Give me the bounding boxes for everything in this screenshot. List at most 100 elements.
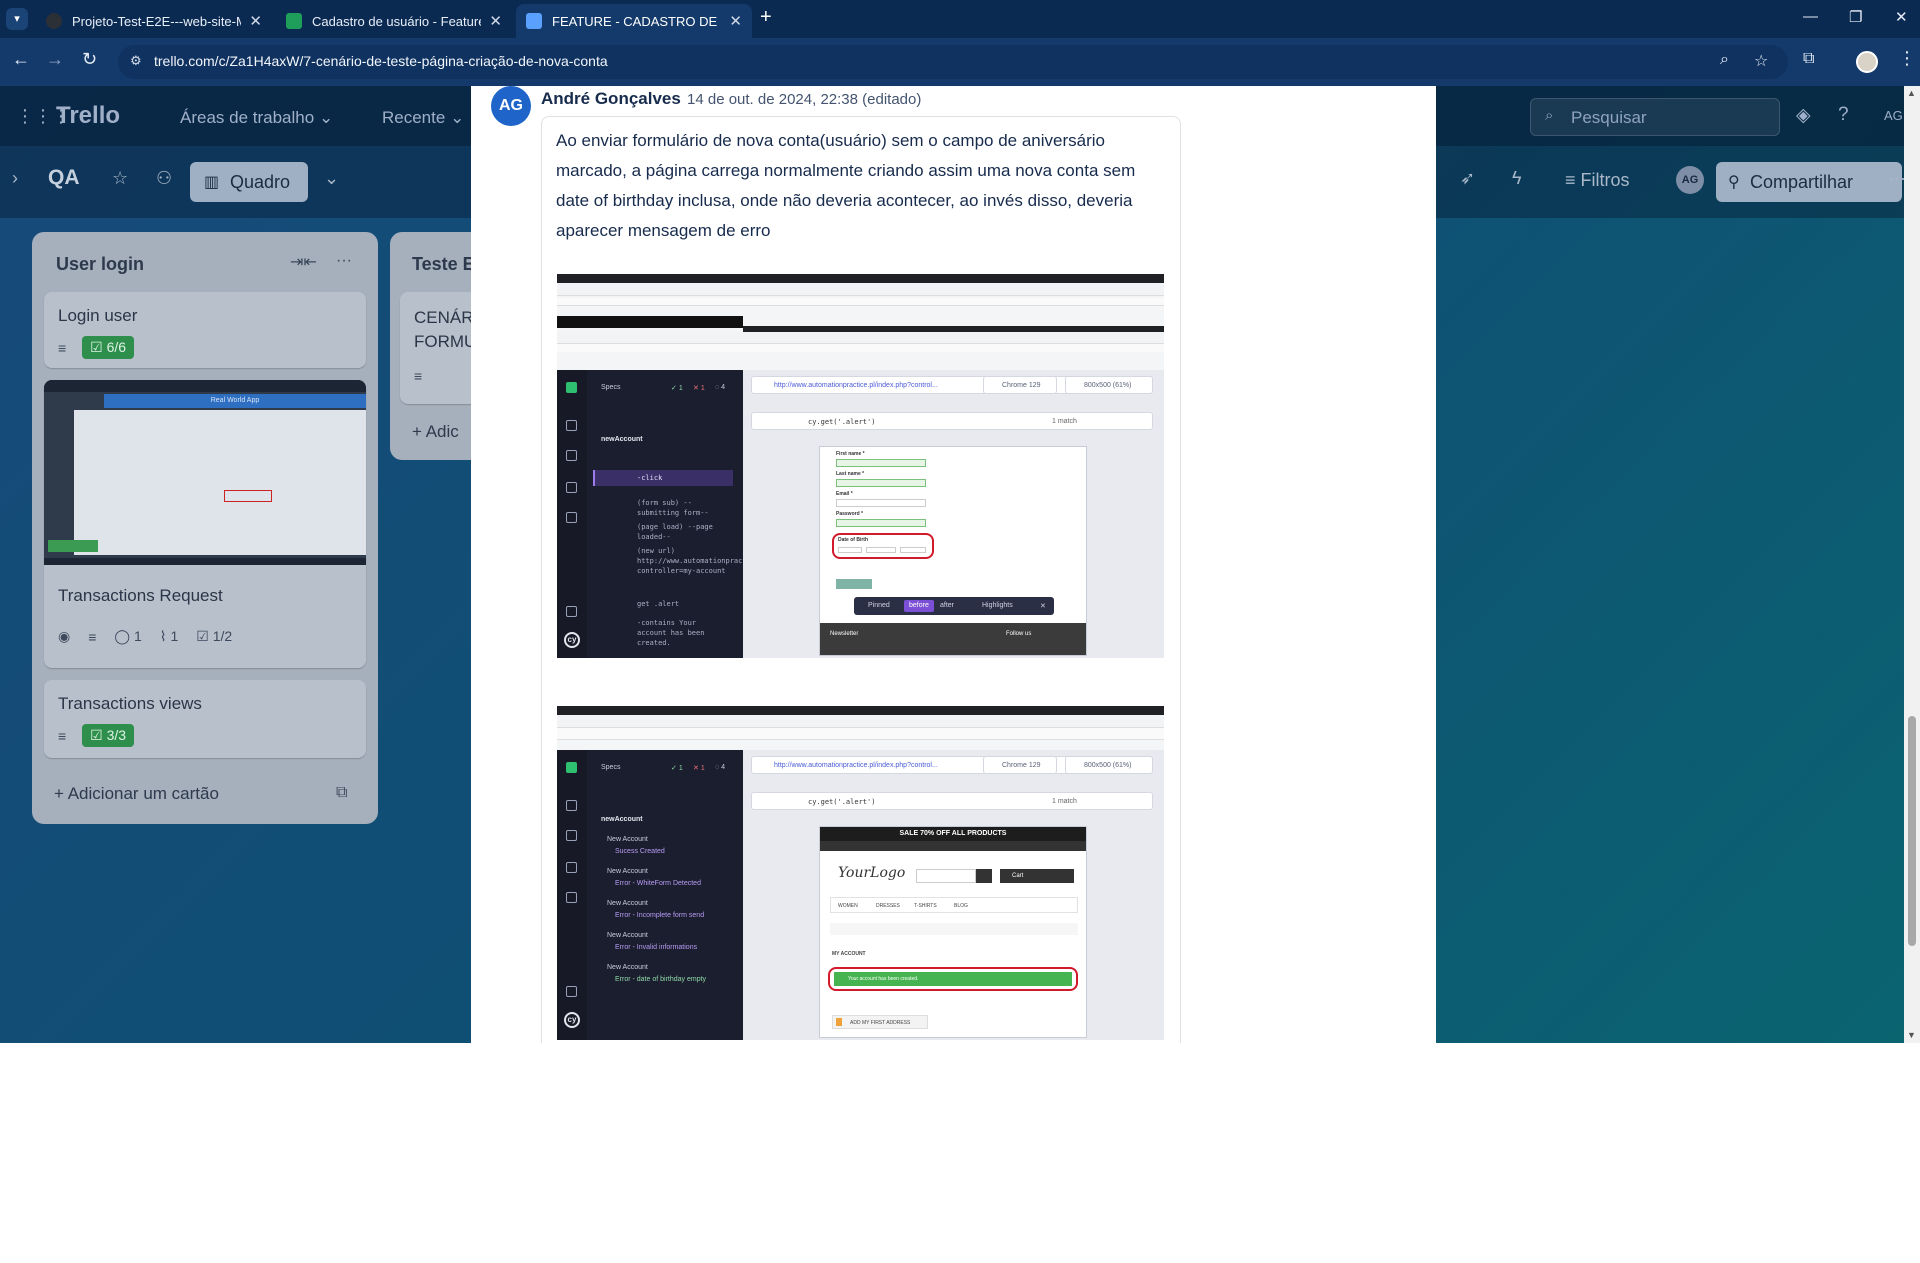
cypress-aut-panel: http://www.automationpractice.pl/index.p… — [743, 370, 1164, 658]
cart-button: Cart — [1000, 869, 1074, 883]
close-icon[interactable]: ✕ — [249, 12, 262, 30]
board-member-avatar[interactable]: AG — [1676, 166, 1704, 194]
workspace-visibility-icon[interactable]: ⚇ — [156, 168, 172, 189]
chevron-down-icon[interactable]: ⌄ — [324, 168, 339, 189]
megaphone-icon[interactable]: ◈ — [1796, 104, 1811, 127]
comment-date[interactable]: 14 de out. de 2024, 22:38 (editado) — [687, 91, 921, 108]
search-input[interactable]: ⌕ Pesquisar — [1530, 98, 1780, 136]
close-window-icon[interactable]: ✕ — [1895, 8, 1908, 26]
checklist-badge: ☑ 6/6 — [82, 336, 135, 359]
debug-icon[interactable] — [566, 862, 577, 873]
help-icon[interactable]: ? — [1838, 104, 1849, 126]
power-ups-icon[interactable]: ➶ — [1460, 168, 1475, 189]
cypress-home-icon[interactable] — [566, 762, 577, 773]
board-title[interactable]: QA — [48, 166, 80, 190]
tab-trello-active[interactable]: FEATURE - CADASTRO DE NOVA ✕ — [516, 4, 752, 38]
close-icon[interactable]: ✕ — [729, 12, 742, 30]
workspaces-menu[interactable]: Áreas de trabalho ⌄ — [180, 108, 333, 128]
site-info-icon[interactable]: ⚙ — [130, 53, 146, 69]
screen: ▾ Projeto-Test-E2E---web-site-My ✕ Cadas… — [0, 0, 1920, 1043]
settings-gear-icon[interactable] — [566, 892, 577, 903]
success-alert: Your account has been created. — [834, 972, 1072, 986]
after-toggle[interactable]: after — [940, 602, 954, 609]
checklist-badge: ☑ 1/2 — [196, 628, 233, 644]
card-transactions-request[interactable]: Real World App Transactions Request ◉ ≡ … — [44, 380, 366, 668]
settings-gear-icon[interactable] — [566, 512, 577, 523]
aut-iframe-form: First name * Last name * Email * Passwor… — [819, 446, 1087, 656]
extensions-icon[interactable]: ⧉ — [1803, 50, 1814, 68]
comment-author[interactable]: André Gonçalves — [541, 89, 681, 109]
keyboard-shortcuts-icon[interactable] — [566, 986, 577, 997]
chevron-down-icon: ⌄ — [450, 108, 465, 127]
star-icon[interactable]: ☆ — [112, 168, 128, 189]
cypress-home-icon[interactable] — [566, 382, 577, 393]
list-title[interactable]: Teste E — [412, 254, 475, 275]
sidebar-expand-icon[interactable]: › — [12, 168, 18, 189]
viewport-pill[interactable]: 800x500 (61%) — [1065, 376, 1153, 394]
keyboard-shortcuts-icon[interactable] — [566, 606, 577, 617]
address-bar[interactable]: ⚙ trello.com/c/Za1H4axW/7-cenário-de-tes… — [118, 45, 1788, 79]
specs-list-icon[interactable] — [566, 830, 577, 841]
reload-icon[interactable]: ↻ — [82, 49, 97, 70]
tab-sheets[interactable]: Cadastro de usuário - Feature - ✕ — [276, 4, 512, 38]
attachment-screenshot-2[interactable]: cy Specs ✓ 1 ✕ 1 ◌ 4 newAccount New Acco… — [557, 706, 1164, 1040]
zoom-icon[interactable]: ⌕ — [1720, 51, 1729, 69]
minimize-icon[interactable]: — — [1803, 8, 1818, 25]
attachment-screenshot-1[interactable]: cy Specs ✓ 1 ✕ 1 ◌ 4 newAccount -click (… — [557, 274, 1164, 658]
browser-menu-icon[interactable]: ⋮ — [1898, 48, 1916, 69]
restore-icon[interactable]: ❐ — [1849, 8, 1862, 26]
cypress-aut-panel: http://www.automationpractice.pl/index.p… — [743, 750, 1164, 1040]
forward-arrow-icon[interactable]: → — [46, 49, 64, 70]
selector-playground[interactable]: cy.get('.alert') 1 match — [751, 412, 1153, 430]
profile-avatar[interactable] — [1856, 51, 1878, 73]
scroll-up-icon[interactable]: ▲ — [1907, 88, 1916, 98]
comment-author-avatar[interactable]: AG — [491, 86, 531, 126]
list-title[interactable]: User login — [56, 254, 144, 275]
card-login-user[interactable]: Login user ≡ ☑ 6/6 — [44, 292, 366, 368]
member-avatar[interactable]: AG — [1884, 108, 1903, 123]
viewport-pill[interactable]: 800x500 (61%) — [1065, 756, 1153, 774]
new-tab-plus-icon[interactable]: + — [760, 6, 772, 29]
selector-playground[interactable]: cy.get('.alert') 1 match — [751, 792, 1153, 810]
comments-badge: ◯ 1 — [114, 628, 142, 644]
runs-icon[interactable] — [566, 800, 577, 811]
browser-toolbar: ← → ↻ ⚙ trello.com/c/Za1H4axW/7-cenário-… — [0, 38, 1920, 86]
filters-button[interactable]: ≡ Filtros — [1565, 170, 1630, 191]
trello-logo[interactable]: Trello — [56, 102, 120, 130]
card-transactions-views[interactable]: Transactions views ≡ ☑ 3/3 — [44, 680, 366, 758]
bookmark-star-icon[interactable]: ☆ — [1754, 51, 1768, 71]
before-toggle[interactable]: before — [904, 600, 934, 612]
board-view-button[interactable]: ▥ Quadro — [190, 162, 308, 202]
automation-icon[interactable]: ϟ — [1512, 168, 1522, 189]
highlights-toggle[interactable]: Highlights — [982, 602, 1013, 609]
debug-icon[interactable] — [566, 482, 577, 493]
page-scrollbar[interactable]: ▲ ▼ — [1904, 86, 1920, 1043]
scroll-down-icon[interactable]: ▼ — [1907, 1030, 1916, 1040]
watch-eye-icon: ◉ — [58, 628, 71, 644]
specs-list-icon[interactable] — [566, 450, 577, 461]
tab-github[interactable]: Projeto-Test-E2E---web-site-My ✕ — [36, 4, 272, 38]
cypress-command-log: cy Specs ✓ 1 ✕ 1 ◌ 4 newAccount -click (… — [557, 370, 818, 658]
runs-icon[interactable] — [566, 420, 577, 431]
collapse-list-icon[interactable]: ⇥⇤ — [290, 252, 317, 272]
recent-menu[interactable]: Recente ⌄ — [382, 108, 464, 128]
github-icon — [46, 13, 62, 29]
add-card-button[interactable]: + Adicionar um cartão — [54, 784, 219, 804]
scroll-thumb[interactable] — [1908, 716, 1916, 946]
trello-favicon-icon — [526, 13, 542, 29]
browser-pill[interactable]: Chrome 129 — [983, 376, 1057, 394]
close-icon[interactable]: ✕ — [1040, 602, 1046, 610]
card-template-icon[interactable]: ⧉ — [336, 784, 347, 802]
address-url[interactable]: trello.com/c/Za1H4axW/7-cenário-de-teste… — [154, 53, 608, 69]
cypress-logo: cy — [564, 1012, 580, 1028]
share-button[interactable]: ⚲ Compartilhar — [1716, 162, 1902, 202]
list-menu-icon[interactable]: ··· — [336, 252, 352, 270]
comment-text: Ao enviar formulário de nova conta(usuár… — [556, 131, 1136, 240]
tab-search-chevron-icon[interactable]: ▾ — [6, 8, 28, 30]
browser-pill[interactable]: Chrome 129 — [983, 756, 1057, 774]
close-icon[interactable]: ✕ — [489, 12, 502, 30]
back-arrow-icon[interactable]: ← — [12, 49, 30, 70]
paperclip-icon: ⌇ — [159, 628, 167, 644]
add-card-button[interactable]: + Adic — [412, 422, 459, 442]
description-icon: ≡ — [414, 368, 423, 384]
